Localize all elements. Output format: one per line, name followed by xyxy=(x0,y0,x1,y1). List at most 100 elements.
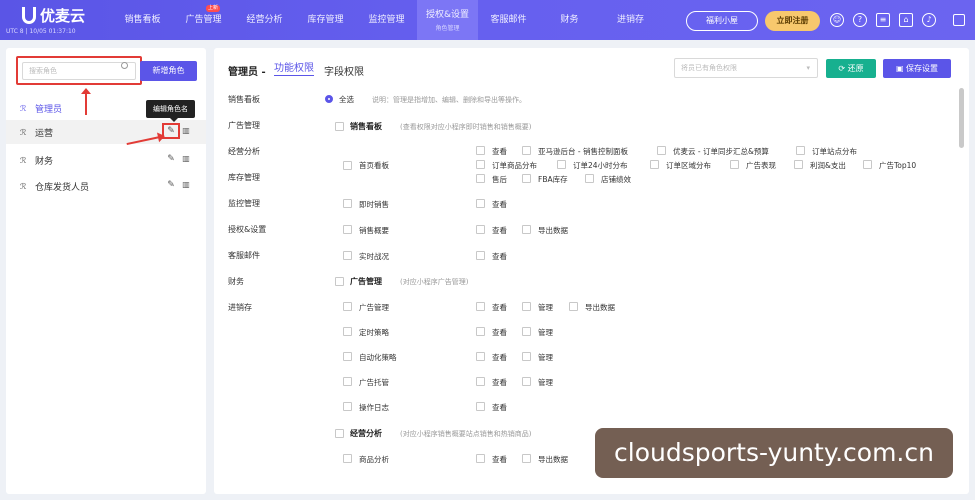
opt-ad-top10-checkbox[interactable] xyxy=(863,160,872,169)
ad-view-checkbox[interactable] xyxy=(476,302,485,311)
opt-site-dist-checkbox[interactable] xyxy=(796,146,805,155)
log-view-checkbox[interactable] xyxy=(476,402,485,411)
auto-manage-checkbox[interactable] xyxy=(522,352,531,361)
product-view-checkbox[interactable] xyxy=(476,454,485,463)
live-status-label: 实时战况 xyxy=(359,252,389,261)
add-role-button[interactable]: 新增角色 xyxy=(140,61,197,81)
opt-24h-dist-checkbox[interactable] xyxy=(557,160,566,169)
module-customer-mail[interactable]: 客服邮件 xyxy=(228,250,260,261)
nav-monitoring[interactable]: 监控管理 xyxy=(356,0,417,40)
ad-manage-checkbox[interactable] xyxy=(343,302,352,311)
opt-profit-checkbox[interactable] xyxy=(794,160,803,169)
edit-icon[interactable]: ✎ xyxy=(166,154,176,164)
opt-amazon-panel-checkbox[interactable] xyxy=(522,146,531,155)
select-all-checkbox[interactable] xyxy=(325,95,333,103)
nav-inventory[interactable]: 库存管理 xyxy=(295,0,356,40)
instant-view-checkbox[interactable] xyxy=(476,199,485,208)
tab-field-permission[interactable]: 字段权限 xyxy=(324,63,364,78)
opt-store-perf-checkbox[interactable] xyxy=(585,174,594,183)
instant-sales-checkbox[interactable] xyxy=(343,199,352,208)
overview-view-checkbox[interactable] xyxy=(476,225,485,234)
trash-icon[interactable]: ▥ xyxy=(181,180,191,190)
timed-manage-checkbox[interactable] xyxy=(522,327,531,336)
section-ad-title: 广告管理 xyxy=(350,277,382,286)
module-ad-management[interactable]: 广告管理 xyxy=(228,120,260,131)
module-monitoring[interactable]: 监控管理 xyxy=(228,198,260,209)
section-sales-board-checkbox[interactable] xyxy=(335,122,344,131)
auto-strategy-checkbox[interactable] xyxy=(343,352,352,361)
opt-view-checkbox[interactable] xyxy=(476,146,485,155)
role-label: 管理员 xyxy=(35,105,63,115)
support-icon[interactable]: ☺ xyxy=(830,13,844,27)
ad-row-label: 定时策略 xyxy=(359,328,389,337)
overview-export-checkbox[interactable] xyxy=(522,225,531,234)
opt-fba-checkbox[interactable] xyxy=(522,174,531,183)
module-finance[interactable]: 财务 xyxy=(228,276,244,287)
opt-aftersale-checkbox[interactable] xyxy=(476,174,485,183)
manage-label: 管理 xyxy=(538,328,553,337)
module-purchase-sales-stock[interactable]: 进销存 xyxy=(228,302,252,313)
hosting-view-checkbox[interactable] xyxy=(476,377,485,386)
opt-product-dist-checkbox[interactable] xyxy=(476,160,485,169)
register-button[interactable]: 立即注册 xyxy=(765,11,820,31)
edit-icon[interactable]: ✎ xyxy=(166,180,176,190)
timed-view-checkbox[interactable] xyxy=(476,327,485,336)
opt-youmai-sync-checkbox[interactable] xyxy=(657,146,666,155)
tab-function-permission[interactable]: 功能权限 xyxy=(274,63,314,76)
opt-region-dist-checkbox[interactable] xyxy=(650,160,659,169)
trash-icon[interactable]: ▥ xyxy=(181,154,191,164)
app-logo[interactable]: 优麦云 xyxy=(22,5,85,26)
trash-icon[interactable]: ▥ xyxy=(181,126,191,136)
role-item-warehouse[interactable]: ℛ 仓库发货人员 ✎ ▥ xyxy=(6,174,206,198)
section-ad-desc: (对应小程序广告管理) xyxy=(400,278,469,286)
nav-business-analysis[interactable]: 经营分析 xyxy=(234,0,295,40)
ad-row-label: 自动化策略 xyxy=(359,353,397,362)
ad-manage-opt-checkbox[interactable] xyxy=(522,302,531,311)
search-icon[interactable] xyxy=(121,62,128,69)
product-export-checkbox[interactable] xyxy=(522,454,531,463)
nav-auth-settings[interactable]: 授权&设置 角色管理 xyxy=(417,0,478,40)
restore-button[interactable]: ⟳ 还原 xyxy=(826,59,876,78)
home-board-checkbox[interactable] xyxy=(343,161,352,170)
nav-customer-mail[interactable]: 客服邮件 xyxy=(478,0,539,40)
welfare-button[interactable]: 福利小屋 xyxy=(686,11,758,31)
ad-row-label: 操作日志 xyxy=(359,403,389,412)
nav-finance[interactable]: 财务 xyxy=(539,0,600,40)
module-auth-settings[interactable]: 授权&设置 xyxy=(228,224,266,235)
cart-icon[interactable]: ⌂ xyxy=(899,13,913,27)
ad-hosting-checkbox[interactable] xyxy=(343,377,352,386)
module-inventory[interactable]: 库存管理 xyxy=(228,172,260,183)
hosting-manage-checkbox[interactable] xyxy=(522,377,531,386)
home-board-label: 首页看板 xyxy=(359,161,389,170)
nav-sales-board[interactable]: 销售看板 xyxy=(112,0,173,40)
window-icon[interactable] xyxy=(953,14,965,26)
edit-icon[interactable]: ✎ xyxy=(166,126,176,136)
sales-overview-checkbox[interactable] xyxy=(343,225,352,234)
vertical-scrollbar[interactable] xyxy=(959,88,964,148)
save-settings-button[interactable]: ▣ 保存设置 xyxy=(883,59,951,78)
product-analysis-checkbox[interactable] xyxy=(343,454,352,463)
copy-role-select[interactable]: 将员已有角色权限 ▾ xyxy=(674,58,818,78)
section-business-checkbox[interactable] xyxy=(335,429,344,438)
section-ad-checkbox[interactable] xyxy=(335,277,344,286)
role-item-finance[interactable]: ℛ 财务 ✎ ▥ xyxy=(6,148,206,172)
opt-label: 广告表现 xyxy=(746,161,776,170)
message-icon[interactable]: ≡ xyxy=(876,13,890,27)
chevron-down-icon: ▾ xyxy=(806,64,810,72)
module-sales-board[interactable]: 销售看板 xyxy=(228,94,260,105)
live-status-checkbox[interactable] xyxy=(343,251,352,260)
nav-purchase-sales-stock[interactable]: 进销存 xyxy=(600,0,661,40)
role-item-operations[interactable]: ℛ 运营 ✎ ▥ xyxy=(6,120,206,144)
timed-strategy-checkbox[interactable] xyxy=(343,327,352,336)
role-label: 财务 xyxy=(35,157,54,167)
opt-ad-perf-checkbox[interactable] xyxy=(730,160,739,169)
op-log-checkbox[interactable] xyxy=(343,402,352,411)
nav-ad-management[interactable]: 广告管理 上新 xyxy=(173,0,234,40)
live-view-checkbox[interactable] xyxy=(476,251,485,260)
auto-view-checkbox[interactable] xyxy=(476,352,485,361)
bell-icon[interactable]: ♪ xyxy=(922,13,936,27)
search-role-input[interactable]: 搜索角色 xyxy=(22,62,136,80)
module-business-analysis[interactable]: 经营分析 xyxy=(228,146,260,157)
help-icon[interactable]: ? xyxy=(853,13,867,27)
ad-export-checkbox[interactable] xyxy=(569,302,578,311)
